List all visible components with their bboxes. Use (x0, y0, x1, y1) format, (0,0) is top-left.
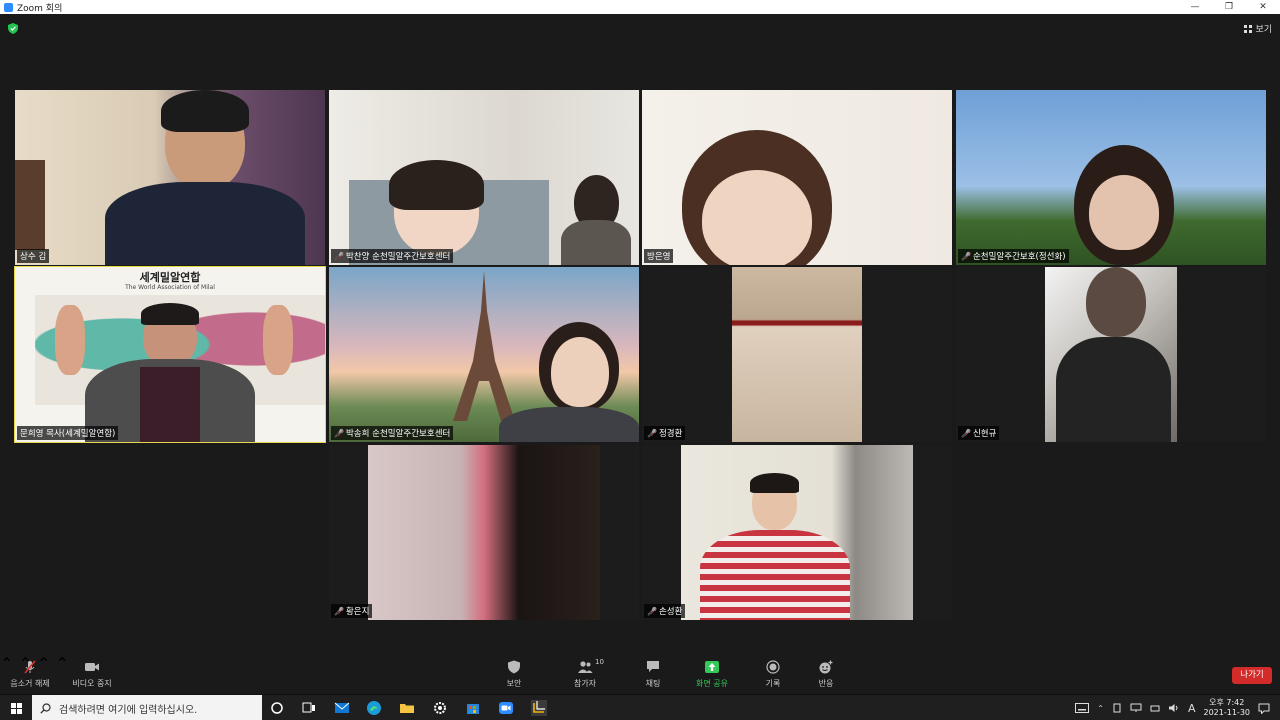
network-icon[interactable] (1130, 703, 1142, 713)
slide-title: 세계밀알연합 (139, 271, 201, 284)
system-tray: ⌃ A 오후 7:42 2021-11-30 (1075, 695, 1280, 720)
share-options-chevron-up-icon[interactable]: ⌃ (56, 654, 69, 673)
edge-browser-icon[interactable] (366, 700, 382, 716)
clock-time: 오후 7:42 (1209, 698, 1245, 707)
record-button[interactable]: 기록 (758, 660, 788, 689)
participant-name: 🎤̸ 박찬양 순천밀알주간보호센터 (331, 249, 454, 263)
muted-mic-icon: 🎤̸ (647, 606, 657, 616)
security-shield-icon[interactable] (8, 23, 18, 34)
participant-name: 상수 김 (17, 249, 50, 263)
video-tile[interactable]: 방은영 (642, 90, 952, 265)
video-tile[interactable]: 🎤̸ 신현규 (956, 267, 1266, 442)
printer-icon[interactable] (1150, 703, 1160, 713)
muted-mic-icon: 🎤̸ (961, 428, 971, 438)
muted-mic-icon: 🎤̸ (334, 251, 344, 261)
participants-button[interactable]: 10 참가자 (566, 658, 604, 689)
window-title: Zoom 회의 (17, 3, 63, 14)
participant-name: 🎤̸ 황은지 (331, 604, 373, 618)
participant-name: 🎤̸ 손성환 (644, 604, 686, 618)
video-tile[interactable]: 🎤̸ 황은지 (329, 445, 639, 620)
muted-mic-icon: 🎤̸ (334, 606, 344, 616)
participant-name: 🎤̸ 정경환 (644, 426, 686, 440)
mail-icon[interactable] (334, 700, 350, 716)
view-button[interactable]: 보기 (1244, 22, 1272, 35)
muted-mic-icon: 🎤̸ (647, 428, 657, 438)
record-icon (766, 660, 780, 674)
share-screen-button[interactable]: 화면 공유 (692, 660, 732, 689)
slide-subtitle: The World Association of Milal (125, 284, 215, 291)
zoom-logo-icon (4, 2, 13, 12)
close-button[interactable]: ✕ (1246, 0, 1280, 14)
video-tile-active-speaker[interactable]: 세계밀알연합 The World Association of Milal 문희… (14, 266, 326, 443)
keyboard-icon[interactable] (1075, 703, 1090, 713)
meeting-area: 보기 상수 김 🎤̸ 박찬양 순천밀알주간보호센터 방은영 🎤̸ 순천밀알주간보… (0, 14, 1280, 654)
unmute-button[interactable]: 음소거 해제 (6, 660, 54, 689)
chat-bubble-icon (647, 661, 659, 672)
ime-indicator[interactable]: A (1188, 702, 1196, 715)
reactions-button[interactable]: 반응 (811, 660, 841, 689)
muted-mic-icon: 🎤̸ (334, 428, 344, 438)
file-explorer-folder-icon[interactable] (399, 700, 415, 716)
video-tile[interactable]: 🎤̸ 정경환 (642, 267, 952, 442)
leave-meeting-button[interactable]: 나가기 (1232, 667, 1272, 684)
video-tile[interactable]: 🎤̸ 손성환 (642, 445, 952, 620)
muted-mic-icon (24, 660, 36, 674)
eiffel-tower-image (453, 271, 515, 421)
windows-logo-icon (10, 702, 22, 714)
participant-name: 🎤̸ 순천밀알주간보호(정선화) (958, 249, 1069, 263)
microsoft-store-icon[interactable] (465, 700, 481, 716)
participants-count: 10 (595, 658, 604, 666)
shield-icon (508, 660, 520, 674)
minimize-button[interactable]: — (1178, 0, 1212, 14)
show-hidden-icons-chevron-up-icon[interactable]: ⌃ (1097, 704, 1104, 713)
restore-button[interactable]: ❐ (1212, 0, 1246, 14)
participant-name: 방은영 (644, 249, 674, 263)
window-titlebar[interactable]: Zoom 회의 — ❐ ✕ (0, 0, 1280, 14)
clock-date: 2021-11-30 (1203, 708, 1251, 717)
security-button[interactable]: 보안 (497, 660, 531, 689)
video-camera-icon (85, 663, 99, 671)
snipping-tool-icon[interactable] (531, 700, 547, 716)
video-tile[interactable]: 🎤̸ 순천밀알주간보호(정선화) (956, 90, 1266, 265)
grid-view-icon (1244, 24, 1253, 33)
stop-video-button[interactable]: 비디오 중지 (68, 660, 116, 689)
windows-taskbar: 검색하려면 여기에 입력하십시오. ⌃ A 오후 7:42 2021-11-30 (0, 694, 1280, 720)
search-icon (40, 702, 51, 714)
taskbar-search-input[interactable]: 검색하려면 여기에 입력하십시오. (32, 695, 262, 720)
video-tile[interactable]: 🎤̸ 박찬양 순천밀알주간보호센터 (329, 90, 639, 265)
view-label: 보기 (1255, 25, 1272, 35)
taskbar-clock[interactable]: 오후 7:42 2021-11-30 (1204, 698, 1251, 718)
muted-mic-icon: 🎤̸ (961, 251, 971, 261)
share-screen-arrow-icon (705, 661, 719, 673)
screen: Zoom 회의 — ❐ ✕ 보기 상수 김 🎤̸ 박찬양 순천밀알주간보호센터 … (0, 0, 1280, 720)
start-button[interactable] (0, 695, 32, 720)
smiley-plus-icon (819, 660, 833, 674)
search-placeholder: 검색하려면 여기에 입력하십시오. (59, 704, 198, 716)
participant-name: 🎤̸ 박송희 순천밀알주간보호센터 (331, 426, 454, 440)
participant-name: 문희영 목사(세계밀알연합) (17, 426, 119, 440)
participants-icon (578, 661, 593, 673)
video-tile[interactable]: 상수 김 (15, 90, 325, 265)
volume-speaker-icon[interactable] (1168, 703, 1180, 713)
meeting-toolbar: 음소거 해제 ⌃ 비디오 중지 ⌃ 보안 10 참가자 ⌃ 채팅 화면 공유 ⌃… (0, 654, 1280, 694)
usb-device-icon[interactable] (1112, 703, 1122, 713)
settings-gear-icon[interactable] (432, 700, 448, 716)
task-view-icon[interactable] (301, 700, 317, 716)
zoom-app-icon[interactable] (498, 700, 514, 716)
notification-center-icon[interactable] (1258, 703, 1270, 714)
cortana-circle-icon[interactable] (269, 700, 285, 716)
participant-name: 🎤̸ 신현규 (958, 426, 1000, 440)
video-tile[interactable]: 🎤̸ 박송희 순천밀알주간보호센터 (329, 267, 639, 442)
chat-button[interactable]: 채팅 (638, 660, 668, 689)
